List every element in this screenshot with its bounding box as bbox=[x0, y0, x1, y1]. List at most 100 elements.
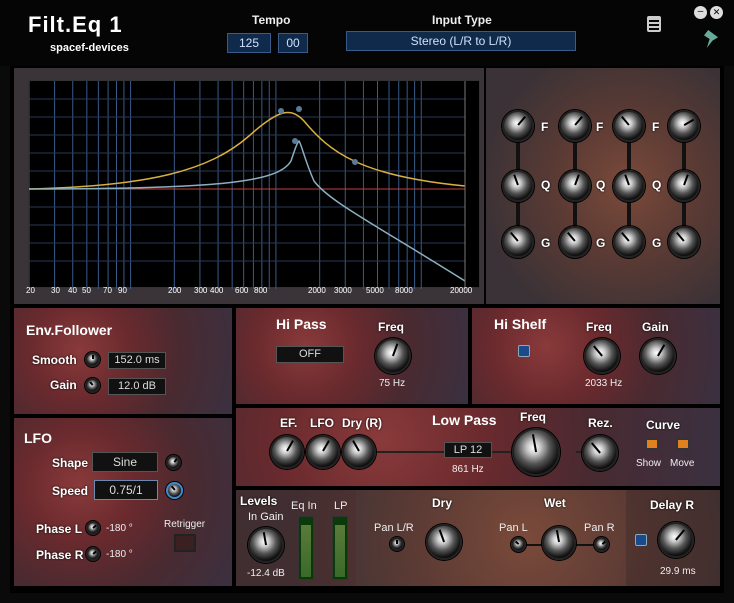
in-gain-value: -12.4 dB bbox=[247, 568, 285, 579]
band-4-q-knob[interactable] bbox=[668, 170, 700, 202]
lfo-speed-knob[interactable] bbox=[166, 482, 183, 499]
band-3-q-knob[interactable] bbox=[613, 170, 645, 202]
lp-ef-knob[interactable] bbox=[270, 435, 304, 469]
env-follower-panel: Env.Follower Smooth 152.0 ms Gain 12.0 d… bbox=[14, 308, 232, 414]
phase-r-knob[interactable] bbox=[86, 547, 100, 561]
freq-tick: 200 bbox=[168, 286, 182, 295]
wet-pan-r-knob[interactable] bbox=[594, 537, 609, 552]
hi-shelf-freq-knob[interactable] bbox=[584, 338, 620, 374]
smooth-knob[interactable] bbox=[85, 352, 100, 367]
band-2-f-label: F bbox=[596, 120, 604, 134]
tempo-int-field[interactable]: 125 bbox=[227, 33, 271, 53]
graph-panel: 20 30 40 50 70 90 200 300 400 600 800 20… bbox=[14, 68, 484, 304]
smooth-value[interactable]: 152.0 ms bbox=[108, 352, 166, 369]
delay-knob[interactable] bbox=[658, 522, 694, 558]
freq-axis: 20 30 40 50 70 90 200 300 400 600 800 20… bbox=[14, 286, 484, 300]
presets-icon[interactable] bbox=[647, 16, 661, 32]
hi-shelf-gain-knob[interactable] bbox=[640, 338, 676, 374]
in-gain-label: In Gain bbox=[248, 511, 284, 523]
band-3-g-label: G bbox=[652, 236, 662, 250]
band-1-f-label: F bbox=[541, 120, 549, 134]
lp-type-select[interactable]: LP 12 bbox=[444, 442, 492, 458]
lp-freq-knob[interactable] bbox=[512, 428, 560, 476]
curve-show-toggle[interactable] bbox=[645, 438, 659, 450]
eq-in-meter bbox=[298, 516, 314, 580]
tempo-frac-field[interactable]: 00 bbox=[278, 33, 308, 53]
lp-freq-value: 861 Hz bbox=[452, 464, 484, 475]
phase-l-value: -180 ° bbox=[106, 523, 133, 534]
lfo-shape-knob[interactable] bbox=[166, 455, 181, 470]
freq-tick: 3000 bbox=[334, 286, 352, 295]
band-3-freq-knob[interactable] bbox=[613, 110, 645, 142]
freq-tick: 20000 bbox=[450, 286, 473, 295]
hi-pass-freq-label: Freq bbox=[378, 320, 405, 334]
wet-level-knob[interactable] bbox=[542, 526, 576, 560]
delay-enable-button[interactable] bbox=[635, 534, 647, 546]
freq-tick: 400 bbox=[210, 286, 224, 295]
curve-move-toggle[interactable] bbox=[676, 438, 690, 450]
band-4-handle[interactable] bbox=[352, 159, 358, 165]
band-2-handle[interactable] bbox=[296, 106, 302, 112]
phase-l-knob[interactable] bbox=[86, 521, 100, 535]
hi-shelf-gain-label: Gain bbox=[642, 320, 669, 334]
band-4-gain-knob[interactable] bbox=[668, 226, 700, 258]
phase-r-label: Phase R bbox=[36, 548, 84, 562]
lp-lfo-knob[interactable] bbox=[306, 435, 340, 469]
band-1-handle[interactable] bbox=[278, 108, 284, 114]
lp-dry-knob[interactable] bbox=[342, 435, 376, 469]
lfo-shape-select[interactable]: Sine bbox=[92, 452, 158, 472]
phase-l-label: Phase L bbox=[36, 522, 83, 536]
low-pass-panel: EF. LFO Dry (R) Low Pass LP 12 861 Hz Fr… bbox=[236, 408, 720, 486]
lowpass-curve bbox=[29, 139, 466, 282]
env-follower-title: Env.Follower bbox=[26, 322, 113, 338]
lp-ef-label: EF. bbox=[280, 416, 298, 430]
hi-shelf-enable-button[interactable] bbox=[518, 345, 530, 357]
dry-pan-knob[interactable] bbox=[390, 537, 404, 551]
eq-graph[interactable] bbox=[28, 80, 481, 289]
minimize-icon[interactable]: – bbox=[694, 6, 707, 19]
hi-pass-title: Hi Pass bbox=[276, 316, 327, 332]
hi-pass-toggle[interactable]: OFF bbox=[276, 346, 344, 363]
wet-pan-l-knob[interactable] bbox=[511, 537, 526, 552]
dry-title: Dry bbox=[432, 496, 453, 510]
lfo-speed-field[interactable]: 0.75/1 bbox=[94, 480, 158, 500]
band-2-freq-knob[interactable] bbox=[559, 110, 591, 142]
lp-dry-label: Dry (R) bbox=[342, 416, 383, 430]
retrigger-button[interactable] bbox=[174, 534, 196, 552]
delay-value: 29.9 ms bbox=[660, 566, 696, 577]
band-3-f-label: F bbox=[652, 120, 660, 134]
hi-shelf-freq-label: Freq bbox=[586, 320, 613, 334]
band-1-freq-knob[interactable] bbox=[502, 110, 534, 142]
levels-panel: Levels In Gain -12.4 dB Eq In LP Dry Pan… bbox=[236, 490, 720, 586]
eq-bands-panel: F F F Q Q Q G G G bbox=[486, 68, 720, 304]
band-3-handle[interactable] bbox=[292, 138, 298, 144]
band-1-q-knob[interactable] bbox=[502, 170, 534, 202]
env-gain-knob[interactable] bbox=[85, 378, 100, 393]
band-3-gain-knob[interactable] bbox=[613, 226, 645, 258]
dry-level-knob[interactable] bbox=[426, 524, 462, 560]
band-2-gain-knob[interactable] bbox=[559, 226, 591, 258]
hi-pass-freq-knob[interactable] bbox=[375, 338, 411, 374]
band-2-q-knob[interactable] bbox=[559, 170, 591, 202]
lfo-shape-label: Shape bbox=[52, 456, 89, 470]
lp-meter-label: LP bbox=[334, 500, 348, 512]
lp-freq-label: Freq bbox=[520, 410, 547, 424]
lp-rez-knob[interactable] bbox=[582, 435, 618, 471]
curve-show-label: Show bbox=[636, 458, 662, 469]
input-type-select[interactable]: Stereo (L/R to L/R) bbox=[346, 31, 576, 51]
pan-l-label: Pan L bbox=[499, 522, 528, 534]
close-icon[interactable]: ✕ bbox=[710, 6, 723, 19]
band-2-q-label: Q bbox=[596, 178, 606, 192]
lp-lfo-label: LFO bbox=[310, 416, 334, 430]
band-2-g-label: G bbox=[596, 236, 606, 250]
eq-in-label: Eq In bbox=[291, 500, 317, 512]
phase-r-value: -180 ° bbox=[106, 549, 133, 560]
in-gain-knob[interactable] bbox=[248, 527, 284, 563]
band-4-freq-knob[interactable] bbox=[668, 110, 700, 142]
eq-graph-svg[interactable] bbox=[29, 81, 481, 289]
pin-icon[interactable] bbox=[704, 30, 718, 48]
band-1-gain-knob[interactable] bbox=[502, 226, 534, 258]
env-gain-value[interactable]: 12.0 dB bbox=[108, 378, 166, 395]
lp-rez-label: Rez. bbox=[588, 416, 613, 430]
lp-meter bbox=[332, 516, 348, 580]
